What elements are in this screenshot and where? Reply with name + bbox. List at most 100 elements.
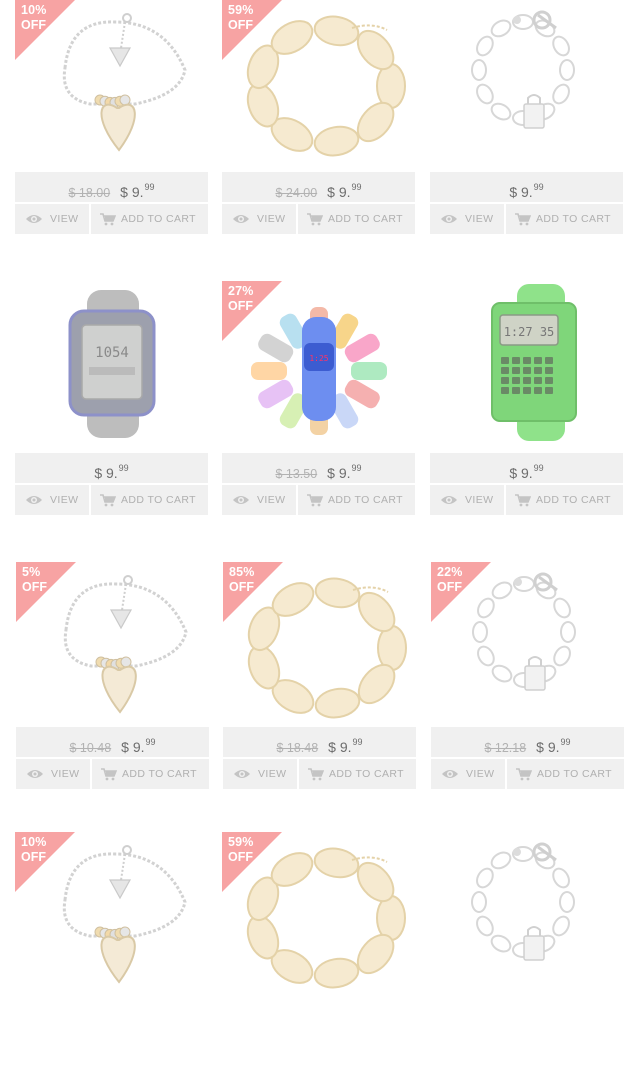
add-to-cart-label: ADD TO CART bbox=[328, 494, 403, 506]
view-label: VIEW bbox=[50, 494, 79, 506]
sale-price-cents: 99 bbox=[118, 463, 129, 473]
discount-percent: 59% bbox=[228, 835, 254, 849]
original-price: $ 13.50 bbox=[275, 467, 318, 481]
product-actions: VIEW ADD TO CART bbox=[431, 759, 624, 789]
view-label: VIEW bbox=[257, 213, 286, 225]
discount-percent: 10% bbox=[21, 3, 47, 17]
price-bar: $ 18.00 $ 9.99 bbox=[15, 172, 208, 202]
view-label: VIEW bbox=[465, 213, 494, 225]
view-button[interactable]: VIEW bbox=[222, 204, 296, 234]
price-bar: $ 9.99 bbox=[15, 453, 208, 483]
add-to-cart-label: ADD TO CART bbox=[536, 494, 611, 506]
discount-ribbon: 85% OFF bbox=[223, 562, 283, 622]
sale-price: $ 9.99 bbox=[328, 737, 362, 755]
product-card: 10% OFF $ 18.00 $ 9.99 VIEW ADD TO CART bbox=[15, 0, 208, 236]
svg-text:1054: 1054 bbox=[95, 345, 129, 361]
add-to-cart-label: ADD TO CART bbox=[537, 768, 612, 780]
add-to-cart-label: ADD TO CART bbox=[122, 768, 197, 780]
view-button[interactable]: VIEW bbox=[16, 759, 90, 789]
add-to-cart-button[interactable]: ADD TO CART bbox=[507, 759, 624, 789]
view-button[interactable]: VIEW bbox=[430, 204, 504, 234]
product-card: 1:25 27% OFF $ 13.50 $ 9.99 VIEW ADD TO CART bbox=[222, 281, 415, 517]
sale-price: $ 9.99 bbox=[509, 182, 544, 200]
product-image-calculator-watch[interactable]: 1:27 35 bbox=[430, 281, 623, 446]
sale-price: $ 9.99 bbox=[509, 463, 544, 481]
discount-off-label: OFF bbox=[228, 299, 253, 313]
product-card bbox=[430, 832, 623, 1068]
view-label: VIEW bbox=[257, 494, 286, 506]
sale-price: $ 9.99 bbox=[327, 463, 361, 481]
price-bar: $ 9.99 bbox=[430, 172, 623, 202]
sale-price-main: $ 9. bbox=[120, 184, 144, 200]
view-button[interactable]: VIEW bbox=[431, 759, 505, 789]
sale-price-main: $ 9. bbox=[328, 739, 352, 755]
sale-price-main: $ 9. bbox=[509, 184, 533, 200]
product-image-digital-watch[interactable]: 1054 bbox=[15, 281, 208, 446]
sale-price-cents: 99 bbox=[533, 182, 544, 192]
product-actions: VIEW ADD TO CART bbox=[223, 759, 416, 789]
product-card: 1:27 35 $ 9.99 VIEW ADD TO CART bbox=[430, 281, 623, 517]
sale-price-main: $ 9. bbox=[94, 465, 118, 481]
add-to-cart-button[interactable]: ADD TO CART bbox=[91, 204, 208, 234]
add-to-cart-label: ADD TO CART bbox=[121, 494, 196, 506]
view-button[interactable]: VIEW bbox=[223, 759, 297, 789]
original-price: $ 18.00 bbox=[68, 186, 111, 200]
svg-text:1:27 35: 1:27 35 bbox=[504, 325, 555, 339]
add-to-cart-label: ADD TO CART bbox=[329, 768, 404, 780]
add-to-cart-button[interactable]: ADD TO CART bbox=[298, 485, 415, 515]
view-button[interactable]: VIEW bbox=[430, 485, 504, 515]
view-label: VIEW bbox=[50, 213, 79, 225]
view-label: VIEW bbox=[465, 494, 494, 506]
price-bar: $ 13.50 $ 9.99 bbox=[222, 453, 415, 483]
discount-ribbon: 59% OFF bbox=[222, 832, 282, 892]
product-image-silver-lock-bracelet[interactable] bbox=[430, 0, 623, 165]
product-card: 1054 $ 9.99 VIEW ADD TO CART bbox=[15, 281, 208, 517]
discount-ribbon: 5% OFF bbox=[16, 562, 76, 622]
add-to-cart-button[interactable]: ADD TO CART bbox=[506, 485, 623, 515]
discount-off-label: OFF bbox=[22, 580, 47, 594]
sale-price-main: $ 9. bbox=[509, 465, 533, 481]
product-actions: VIEW ADD TO CART bbox=[222, 204, 415, 234]
view-button[interactable]: VIEW bbox=[222, 485, 296, 515]
price-bar: $ 18.48 $ 9.99 bbox=[223, 727, 416, 757]
discount-percent: 22% bbox=[437, 565, 463, 579]
product-actions: VIEW ADD TO CART bbox=[16, 759, 209, 789]
sale-price-cents: 99 bbox=[533, 463, 544, 473]
sale-price-main: $ 9. bbox=[327, 184, 351, 200]
product-card: 59% OFF bbox=[222, 832, 415, 1068]
discount-ribbon: 10% OFF bbox=[15, 832, 75, 892]
view-label: VIEW bbox=[51, 768, 80, 780]
add-to-cart-button[interactable]: ADD TO CART bbox=[92, 759, 209, 789]
discount-ribbon: 22% OFF bbox=[431, 562, 491, 622]
sale-price-main: $ 9. bbox=[536, 739, 560, 755]
original-price: $ 12.18 bbox=[484, 741, 527, 755]
product-image-silver-lock-bracelet[interactable] bbox=[430, 832, 623, 997]
sale-price-cents: 99 bbox=[560, 737, 571, 747]
discount-ribbon: 27% OFF bbox=[222, 281, 282, 341]
product-actions: VIEW ADD TO CART bbox=[15, 485, 208, 515]
original-price: $ 24.00 bbox=[275, 186, 318, 200]
product-card: $ 9.99 VIEW ADD TO CART bbox=[430, 0, 623, 236]
sale-price: $ 9.99 bbox=[536, 737, 571, 755]
view-button[interactable]: VIEW bbox=[15, 204, 89, 234]
add-to-cart-button[interactable]: ADD TO CART bbox=[91, 485, 208, 515]
add-to-cart-label: ADD TO CART bbox=[121, 213, 196, 225]
view-button[interactable]: VIEW bbox=[15, 485, 89, 515]
discount-percent: 5% bbox=[22, 565, 41, 579]
product-card: 5% OFF $ 10.48 $ 9.99 VIEW ADD TO CART bbox=[16, 562, 209, 798]
discount-off-label: OFF bbox=[21, 18, 46, 32]
discount-off-label: OFF bbox=[21, 850, 46, 864]
product-card: 59% OFF $ 24.00 $ 9.99 VIEW ADD TO CART bbox=[222, 0, 415, 236]
discount-off-label: OFF bbox=[437, 580, 462, 594]
sale-price: $ 9.99 bbox=[121, 737, 156, 755]
sale-price-cents: 99 bbox=[145, 737, 156, 747]
sale-price: $ 9.99 bbox=[120, 182, 154, 200]
add-to-cart-button[interactable]: ADD TO CART bbox=[506, 204, 623, 234]
discount-off-label: OFF bbox=[228, 850, 253, 864]
add-to-cart-button[interactable]: ADD TO CART bbox=[298, 204, 415, 234]
discount-off-label: OFF bbox=[228, 18, 253, 32]
add-to-cart-button[interactable]: ADD TO CART bbox=[299, 759, 416, 789]
original-price: $ 10.48 bbox=[69, 741, 112, 755]
discount-percent: 27% bbox=[228, 284, 254, 298]
product-actions: VIEW ADD TO CART bbox=[15, 204, 208, 234]
